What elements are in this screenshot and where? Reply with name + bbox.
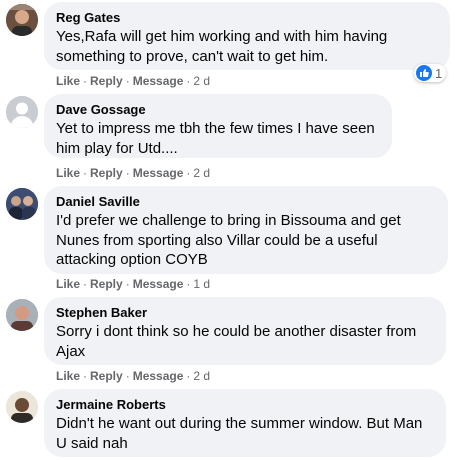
avatar[interactable] — [6, 4, 38, 36]
avatar[interactable] — [6, 299, 38, 331]
comment-author[interactable]: Jermaine Roberts — [56, 397, 434, 413]
avatar[interactable] — [6, 188, 38, 220]
comment-timestamp[interactable]: 2 d — [193, 74, 210, 88]
comment-timestamp[interactable]: 2 d — [193, 369, 210, 383]
comment-actions: Like · Reply · Message · 2 d — [56, 74, 211, 88]
avatar[interactable] — [6, 96, 38, 128]
comment-text: Yet to impress me tbh the few times I ha… — [56, 120, 375, 157]
reaction-count-label: 1 — [435, 65, 443, 81]
like-thumb-icon — [416, 65, 432, 81]
comment-text: Sorry i dont think so he could be anothe… — [56, 323, 417, 360]
reply-button[interactable]: Reply — [90, 74, 123, 88]
like-button[interactable]: Like — [56, 369, 80, 383]
comment-author[interactable]: Stephen Baker — [56, 305, 434, 321]
comment-actions: Like · Reply · Message · 2 d — [56, 166, 211, 180]
reply-button[interactable]: Reply — [90, 166, 123, 180]
comment-timestamp[interactable]: 1 d — [193, 277, 210, 291]
comment-text: Yes,Rafa will get him working and with h… — [56, 28, 388, 65]
message-button[interactable]: Message — [133, 369, 184, 383]
like-button[interactable]: Like — [56, 166, 80, 180]
comment-bubble: Dave Gossage Yet to impress me tbh the f… — [44, 94, 392, 158]
comment-actions: Like · Reply · Message · 1 d — [56, 277, 211, 291]
comment-actions: Like · Reply · Message · 2 d — [56, 369, 211, 383]
reply-button[interactable]: Reply — [90, 277, 123, 291]
comment-author[interactable]: Dave Gossage — [56, 102, 380, 118]
comment-timestamp[interactable]: 2 d — [193, 166, 210, 180]
comment-author[interactable]: Daniel Saville — [56, 194, 436, 210]
comment-bubble: Stephen Baker Sorry i dont think so he c… — [44, 297, 446, 365]
comment-bubble: Reg Gates Yes,Rafa will get him working … — [44, 2, 450, 70]
message-button[interactable]: Message — [133, 277, 184, 291]
comment-bubble: Daniel Saville I'd prefer we challenge t… — [44, 186, 448, 274]
comment-text: I'd prefer we challenge to bring in Biss… — [56, 212, 401, 268]
avatar[interactable] — [6, 391, 38, 423]
comment-bubble: Jermaine Roberts Didn't he want out duri… — [44, 389, 446, 457]
reaction-count[interactable]: 1 — [414, 64, 447, 82]
like-button[interactable]: Like — [56, 277, 80, 291]
message-button[interactable]: Message — [133, 74, 184, 88]
message-button[interactable]: Message — [133, 166, 184, 180]
comment-text: Didn't he want out during the summer win… — [56, 415, 423, 452]
reply-button[interactable]: Reply — [90, 369, 123, 383]
like-button[interactable]: Like — [56, 74, 80, 88]
comment-author[interactable]: Reg Gates — [56, 10, 438, 26]
